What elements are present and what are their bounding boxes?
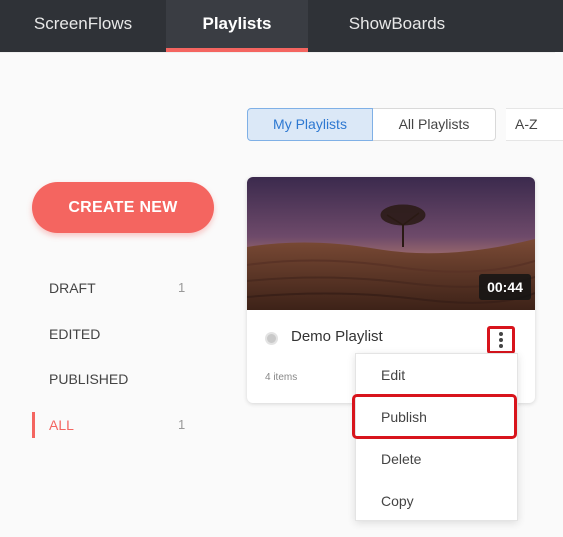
divider <box>0 52 555 53</box>
tab-screenflows[interactable]: ScreenFlows <box>0 0 166 52</box>
filter-label: EDITED <box>49 326 101 342</box>
top-navigation: ScreenFlows Playlists ShowBoards <box>0 0 563 52</box>
filter-published[interactable]: PUBLISHED <box>32 364 192 394</box>
filter-all[interactable]: ALL 1 <box>32 410 192 440</box>
filter-label: ALL <box>49 417 74 433</box>
my-playlists-toggle[interactable]: My Playlists <box>247 108 373 141</box>
menu-item-copy[interactable]: Copy <box>356 484 517 518</box>
filter-label: DRAFT <box>49 280 96 296</box>
filter-label: PUBLISHED <box>49 371 129 387</box>
duration-badge: 00:44 <box>479 274 531 300</box>
context-menu: Edit Publish Delete Copy <box>355 353 518 521</box>
filter-count: 1 <box>178 280 186 295</box>
status-dot-icon <box>265 332 278 345</box>
kebab-menu-icon <box>499 332 503 348</box>
tab-showboards[interactable]: ShowBoards <box>308 0 486 52</box>
playlist-title: Demo Playlist <box>291 328 383 345</box>
more-options-button[interactable] <box>487 326 515 354</box>
all-playlists-toggle[interactable]: All Playlists <box>373 108 496 141</box>
menu-item-edit[interactable]: Edit <box>356 358 517 392</box>
filter-draft[interactable]: DRAFT 1 <box>32 273 192 303</box>
create-new-button[interactable]: CREATE NEW <box>32 182 214 233</box>
menu-item-delete[interactable]: Delete <box>356 442 517 476</box>
menu-item-publish[interactable]: Publish <box>356 400 517 434</box>
tab-playlists[interactable]: Playlists <box>166 0 308 52</box>
item-count: 4 items <box>265 372 298 383</box>
sort-dropdown[interactable]: A-Z <box>506 108 563 141</box>
filter-count: 1 <box>178 417 186 432</box>
filter-edited[interactable]: EDITED <box>32 319 192 349</box>
